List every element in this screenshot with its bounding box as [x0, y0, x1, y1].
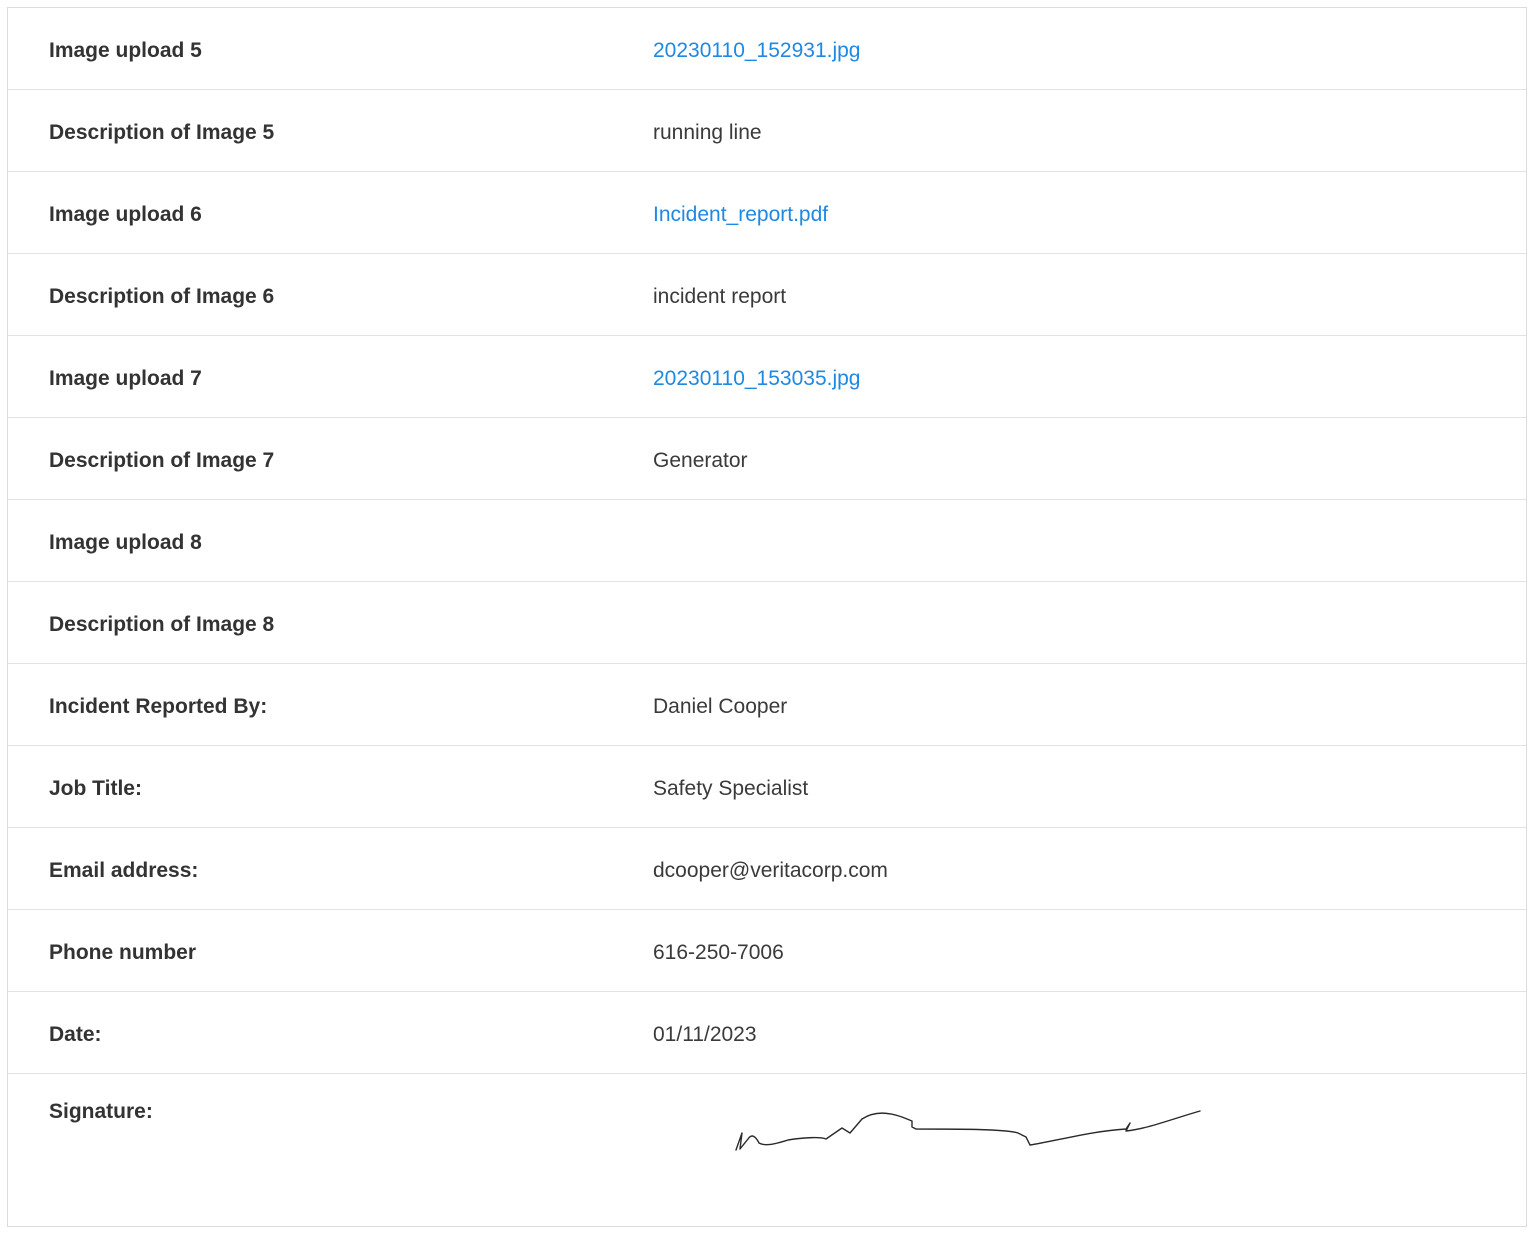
row-image-upload-7: Image upload 7 20230110_153035.jpg — [8, 336, 1526, 418]
field-value: 01/11/2023 — [653, 1023, 757, 1046]
row-phone-number: Phone number 616-250-7006 — [8, 910, 1526, 992]
row-description-image-7: Description of Image 7 Generator — [8, 418, 1526, 500]
field-label: Image upload 6 — [49, 203, 202, 226]
row-description-image-8: Description of Image 8 — [8, 582, 1526, 664]
field-label: Date: — [49, 1023, 102, 1046]
field-label: Image upload 8 — [49, 531, 202, 554]
row-email-address: Email address: dcooper@veritacorp.com — [8, 828, 1526, 910]
row-job-title: Job Title: Safety Specialist — [8, 746, 1526, 828]
signature-image — [735, 1110, 1201, 1151]
submission-table: Image upload 5 20230110_152931.jpg Descr… — [7, 7, 1527, 1227]
field-label: Email address: — [49, 859, 199, 882]
field-label: Description of Image 6 — [49, 285, 275, 308]
file-link[interactable]: Incident_report.pdf — [653, 203, 828, 227]
field-label: Phone number — [49, 941, 197, 964]
field-label: Signature: — [49, 1100, 153, 1123]
field-value: Safety Specialist — [653, 777, 809, 800]
row-image-upload-6: Image upload 6 Incident_report.pdf — [8, 172, 1526, 254]
row-incident-reported-by: Incident Reported By: Daniel Cooper — [8, 664, 1526, 746]
field-label: Description of Image 7 — [49, 449, 275, 472]
field-value: dcooper@veritacorp.com — [653, 859, 888, 882]
field-label: Image upload 7 — [49, 367, 202, 390]
row-image-upload-5: Image upload 5 20230110_152931.jpg — [8, 8, 1526, 90]
file-link[interactable]: 20230110_153035.jpg — [653, 367, 861, 391]
field-label: Job Title: — [49, 777, 142, 800]
field-value: Daniel Cooper — [653, 695, 788, 718]
row-date: Date: 01/11/2023 — [8, 992, 1526, 1074]
field-value: running line — [653, 121, 762, 144]
field-label: Description of Image 8 — [49, 613, 275, 636]
file-link[interactable]: 20230110_152931.jpg — [653, 39, 861, 63]
field-value: 616-250-7006 — [653, 941, 784, 964]
field-label: Image upload 5 — [49, 39, 202, 62]
field-label: Description of Image 5 — [49, 121, 275, 144]
row-description-image-5: Description of Image 5 running line — [8, 90, 1526, 172]
field-value: incident report — [653, 285, 787, 308]
field-value: Generator — [653, 449, 748, 472]
row-description-image-6: Description of Image 6 incident report — [8, 254, 1526, 336]
field-label: Incident Reported By: — [49, 695, 268, 718]
row-signature: Signature: — [8, 1074, 1526, 1234]
row-image-upload-8: Image upload 8 — [8, 500, 1526, 582]
